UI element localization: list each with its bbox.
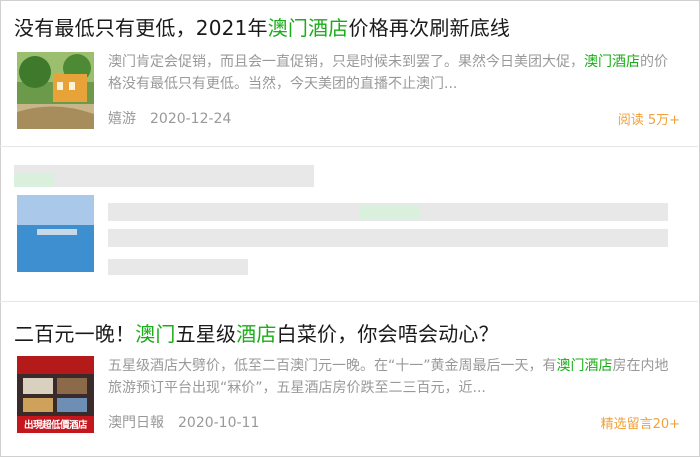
search-result-1[interactable]: 没有最低只有更低，2021年澳门酒店价格再次刷新底线 澳门肯定会促销，而且会一直… (0, 0, 698, 146)
result-1-source[interactable]: 嬉游 (108, 111, 136, 127)
pool-photo-icon[interactable] (17, 195, 94, 272)
text-segment: 五星级 (175, 322, 237, 346)
search-result-2-blurred[interactable] (0, 147, 698, 300)
text-segment: 二百元一晚！ (14, 322, 136, 346)
text-segment: 价格再次刷新底线 (348, 16, 511, 40)
result-1-title[interactable]: 没有最低只有更低，2021年澳门酒店价格再次刷新底线 (14, 12, 510, 41)
highlighted-keyword: 澳门酒店 (584, 54, 640, 70)
blurred-snippet-line-2 (108, 229, 668, 247)
blurred-snippet-highlight (360, 205, 420, 219)
result-1-snippet: 澳门肯定会促销，而且会一直促销，只是时候未到罢了。果然今日美团大促，澳门酒店的价… (108, 51, 680, 95)
result-3-meta: 澳門日報 2020-10-11 (108, 412, 259, 432)
result-3-date: 2020-10-11 (178, 415, 260, 431)
blurred-title (14, 165, 314, 187)
blurred-meta (108, 259, 248, 275)
result-3-source[interactable]: 澳門日報 (108, 415, 164, 431)
result-1-meta: 嬉游 2020-12-24 (108, 108, 231, 128)
result-3-comment-count: 精选留言20+ (600, 417, 680, 432)
search-result-3[interactable]: 二百元一晚！澳门五星级酒店白菜价，你会唔会动心？ 出現超低價酒店 五星级酒店大劈… (0, 302, 698, 455)
result-3-title[interactable]: 二百元一晚！澳门五星级酒店白菜价，你会唔会动心？ (14, 318, 499, 347)
hotel-ad-icon[interactable]: 出現超低價酒店 (17, 356, 94, 433)
blurred-highlight (14, 173, 54, 187)
thumbnail-caption: 出現超低價酒店 (23, 420, 88, 431)
result-3-snippet: 五星级酒店大劈价，低至二百澳门元一晚。在“十一”黄金周最后一天，有澳门酒店房在内… (108, 355, 680, 399)
text-segment: 澳门肯定会促销，而且会一直促销，只是时候未到罢了。果然今日美团大促， (108, 54, 584, 70)
highlighted-keyword: 澳门酒店 (267, 16, 349, 40)
result-1-read-count: 阅读 5万+ (617, 113, 680, 128)
highlighted-keyword: 澳门酒店 (556, 358, 613, 374)
text-segment: 白菜价，你会唔会动心？ (276, 322, 499, 346)
text-segment: 没有最低只有更低，2021年 (14, 16, 268, 40)
highlighted-keyword: 澳门 (135, 322, 176, 346)
highlighted-keyword: 酒店 (236, 322, 277, 346)
result-1-date: 2020-12-24 (150, 111, 232, 127)
text-segment: 五星级酒店大劈价，低至二百澳门元一晚。在“十一”黄金周最后一天，有 (108, 358, 557, 374)
resort-photo-icon[interactable] (17, 52, 94, 129)
